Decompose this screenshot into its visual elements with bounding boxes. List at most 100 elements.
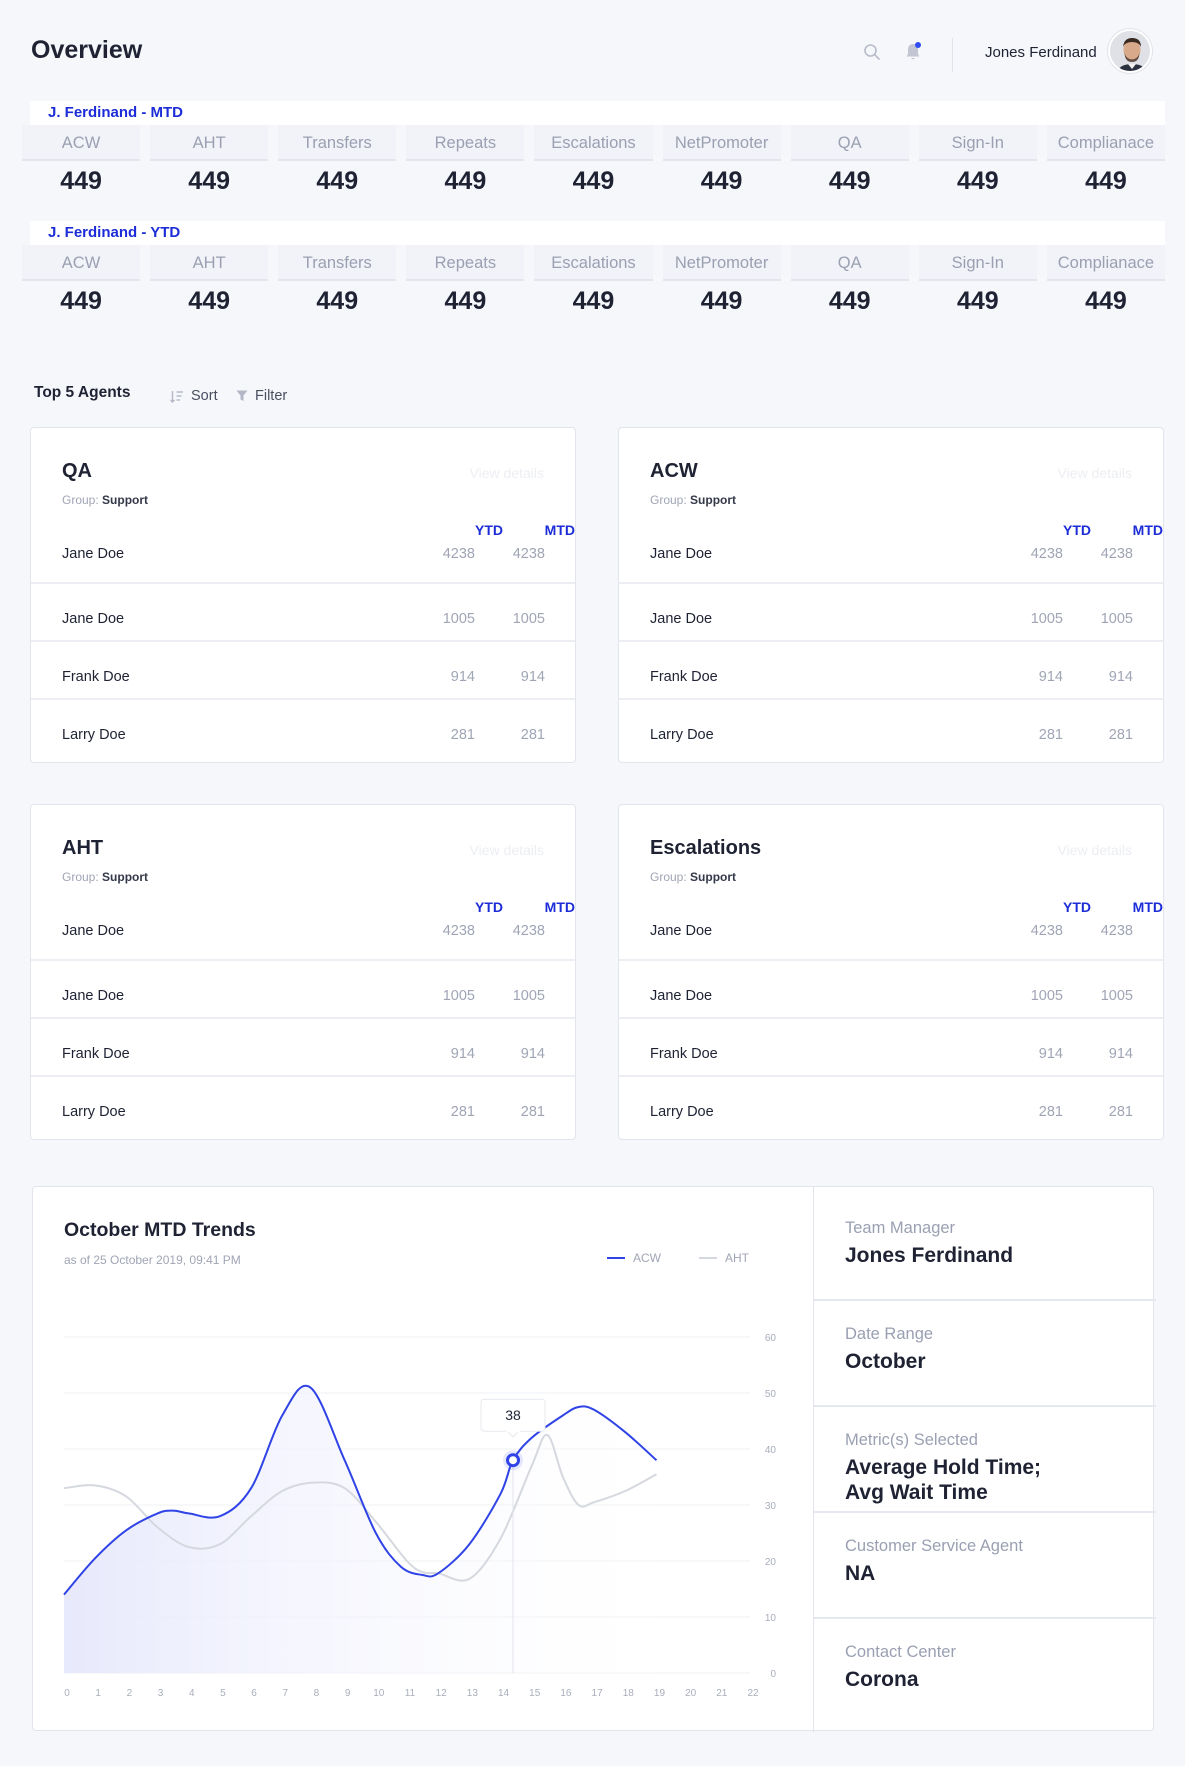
agent-name: Larry Doe: [62, 727, 126, 743]
top-agents-title: Top 5 Agents: [34, 384, 131, 401]
tooltip-value: 38: [505, 1407, 521, 1423]
agent-mtd: 1005: [512, 611, 545, 627]
list-item[interactable]: Larry Doe 281 281: [31, 1076, 575, 1134]
list-item[interactable]: Jane Doe 4238 4238: [619, 525, 1163, 583]
agent-ytd: 4238: [442, 546, 475, 562]
search-icon[interactable]: [863, 43, 881, 61]
info-label: Customer Service Agent: [845, 1537, 1023, 1555]
list-item[interactable]: Frank Doe 914 914: [619, 641, 1163, 699]
list-item[interactable]: Frank Doe 914 914: [31, 641, 575, 699]
agent-mtd: 914: [520, 1046, 545, 1062]
stat-name: Escalations: [534, 245, 653, 281]
stat-acw: ACW 449: [22, 245, 141, 321]
trends-chart[interactable]: 01020304050600 1 2 3 4 5 6 7 8 9 10 11 12 13 14 15 16 17 1…: [33, 1187, 813, 1732]
agent-name: Jane Doe: [62, 988, 125, 1004]
card-group: Group: Support: [62, 870, 148, 884]
view-details-link[interactable]: View details: [1058, 842, 1132, 858]
highlight-point: [506, 1453, 521, 1468]
stat-value: 449: [956, 167, 999, 195]
stat-name: NetPromoter: [662, 125, 781, 161]
list-item[interactable]: Larry Doe 281 281: [31, 699, 575, 757]
stat-aht: AHT 449: [150, 245, 269, 321]
stat-name: ACW: [22, 125, 141, 161]
agent-mtd: 281: [520, 727, 545, 743]
agent-name: Larry Doe: [650, 727, 714, 743]
info-value: NA: [845, 1562, 876, 1585]
x-tick-label: 1: [95, 1688, 101, 1699]
stat-value: 449: [444, 167, 487, 195]
agent-name: Jane Doe: [650, 988, 713, 1004]
x-tick-label: 15: [529, 1688, 541, 1699]
list-item[interactable]: Jane Doe 1005 1005: [31, 960, 575, 1018]
list-item[interactable]: Jane Doe 1005 1005: [619, 583, 1163, 641]
x-tick-label: 12: [436, 1688, 448, 1699]
trends-card: October MTD Trends as of 25 October 2019…: [32, 1186, 1156, 1732]
agent-name: Jane Doe: [62, 611, 125, 627]
agent-mtd: 1005: [1100, 988, 1133, 1004]
stat-name: Transfers: [278, 245, 397, 281]
agent-name: Frank Doe: [62, 669, 130, 685]
x-tick-label: 14: [498, 1688, 510, 1699]
agent-mtd: 1005: [1100, 611, 1133, 627]
x-tick-label: 18: [623, 1688, 635, 1699]
sort-button[interactable]: Sort: [170, 388, 218, 404]
stat-transfers: Transfers 449: [278, 125, 397, 201]
stat-name: ACW: [22, 245, 141, 281]
info-metrics-selected: Metric(s) Selected Average Hold Time; Av…: [814, 1407, 1156, 1513]
view-details-link[interactable]: View details: [1058, 465, 1132, 481]
y-tick-label: 30: [765, 1501, 777, 1512]
stat-netpromoter: NetPromoter 449: [662, 245, 781, 321]
stat-name: Complianace: [1046, 245, 1165, 281]
view-details-link[interactable]: View details: [470, 842, 544, 858]
stat-value: 449: [316, 287, 359, 315]
list-item[interactable]: Larry Doe 281 281: [619, 1076, 1163, 1134]
filter-icon: [236, 390, 248, 401]
info-value: October: [845, 1350, 926, 1373]
group-label: Group:: [650, 493, 687, 507]
page-title: Overview: [31, 36, 143, 64]
agent-mtd: 4238: [1100, 923, 1133, 939]
agent-ytd: 281: [1038, 727, 1063, 743]
agent-name: Larry Doe: [650, 1104, 714, 1120]
list-item[interactable]: Jane Doe 4238 4238: [31, 525, 575, 583]
list-item[interactable]: Jane Doe 4238 4238: [619, 902, 1163, 960]
avatar[interactable]: [1108, 29, 1152, 73]
agent-ytd: 281: [450, 1104, 475, 1120]
info-contact-center: Contact Center Corona: [814, 1619, 1156, 1732]
agent-ytd: 1005: [1030, 988, 1063, 1004]
filter-button[interactable]: Filter: [236, 388, 287, 404]
agent-mtd: 281: [1108, 727, 1133, 743]
list-item[interactable]: Jane Doe 1005 1005: [31, 583, 575, 641]
x-tick-label: 16: [560, 1688, 572, 1699]
view-details-link[interactable]: View details: [470, 465, 544, 481]
agent-mtd: 4238: [512, 546, 545, 562]
x-tick-label: 11: [405, 1688, 416, 1699]
header-divider: [952, 38, 953, 72]
info-label: Date Range: [845, 1325, 934, 1343]
x-tick-label: 6: [251, 1688, 257, 1699]
stat-acw: ACW 449: [22, 125, 141, 201]
list-item[interactable]: Frank Doe 914 914: [619, 1018, 1163, 1076]
list-item[interactable]: Jane Doe 4238 4238: [31, 902, 575, 960]
stat-name: Transfers: [278, 125, 397, 161]
list-item[interactable]: Jane Doe 1005 1005: [619, 960, 1163, 1018]
list-item[interactable]: Larry Doe 281 281: [619, 699, 1163, 757]
card-group: Group: Support: [62, 493, 148, 507]
stat-name: Complianace: [1046, 125, 1165, 161]
x-tick-label: 3: [158, 1688, 164, 1699]
agent-ytd: 1005: [442, 611, 475, 627]
stat-sign-in: Sign-In 449: [918, 125, 1037, 201]
y-tick-label: 0: [770, 1669, 776, 1680]
tooltip-arrow-mask: [506, 1429, 521, 1433]
agent-mtd: 1005: [512, 988, 545, 1004]
list-item[interactable]: Frank Doe 914 914: [31, 1018, 575, 1076]
stat-name: Escalations: [534, 125, 653, 161]
stat-value: 449: [60, 167, 102, 195]
stat-netpromoter: NetPromoter 449: [662, 125, 781, 201]
group-label: Group:: [62, 493, 99, 507]
y-tick-label: 10: [765, 1613, 777, 1624]
stat-name: AHT: [150, 245, 269, 281]
agent-mtd: 914: [1108, 1046, 1133, 1062]
user-name[interactable]: Jones Ferdinand: [985, 44, 1097, 61]
info-panel: Team Manager Jones Ferdinand Date Range …: [813, 1187, 1156, 1732]
